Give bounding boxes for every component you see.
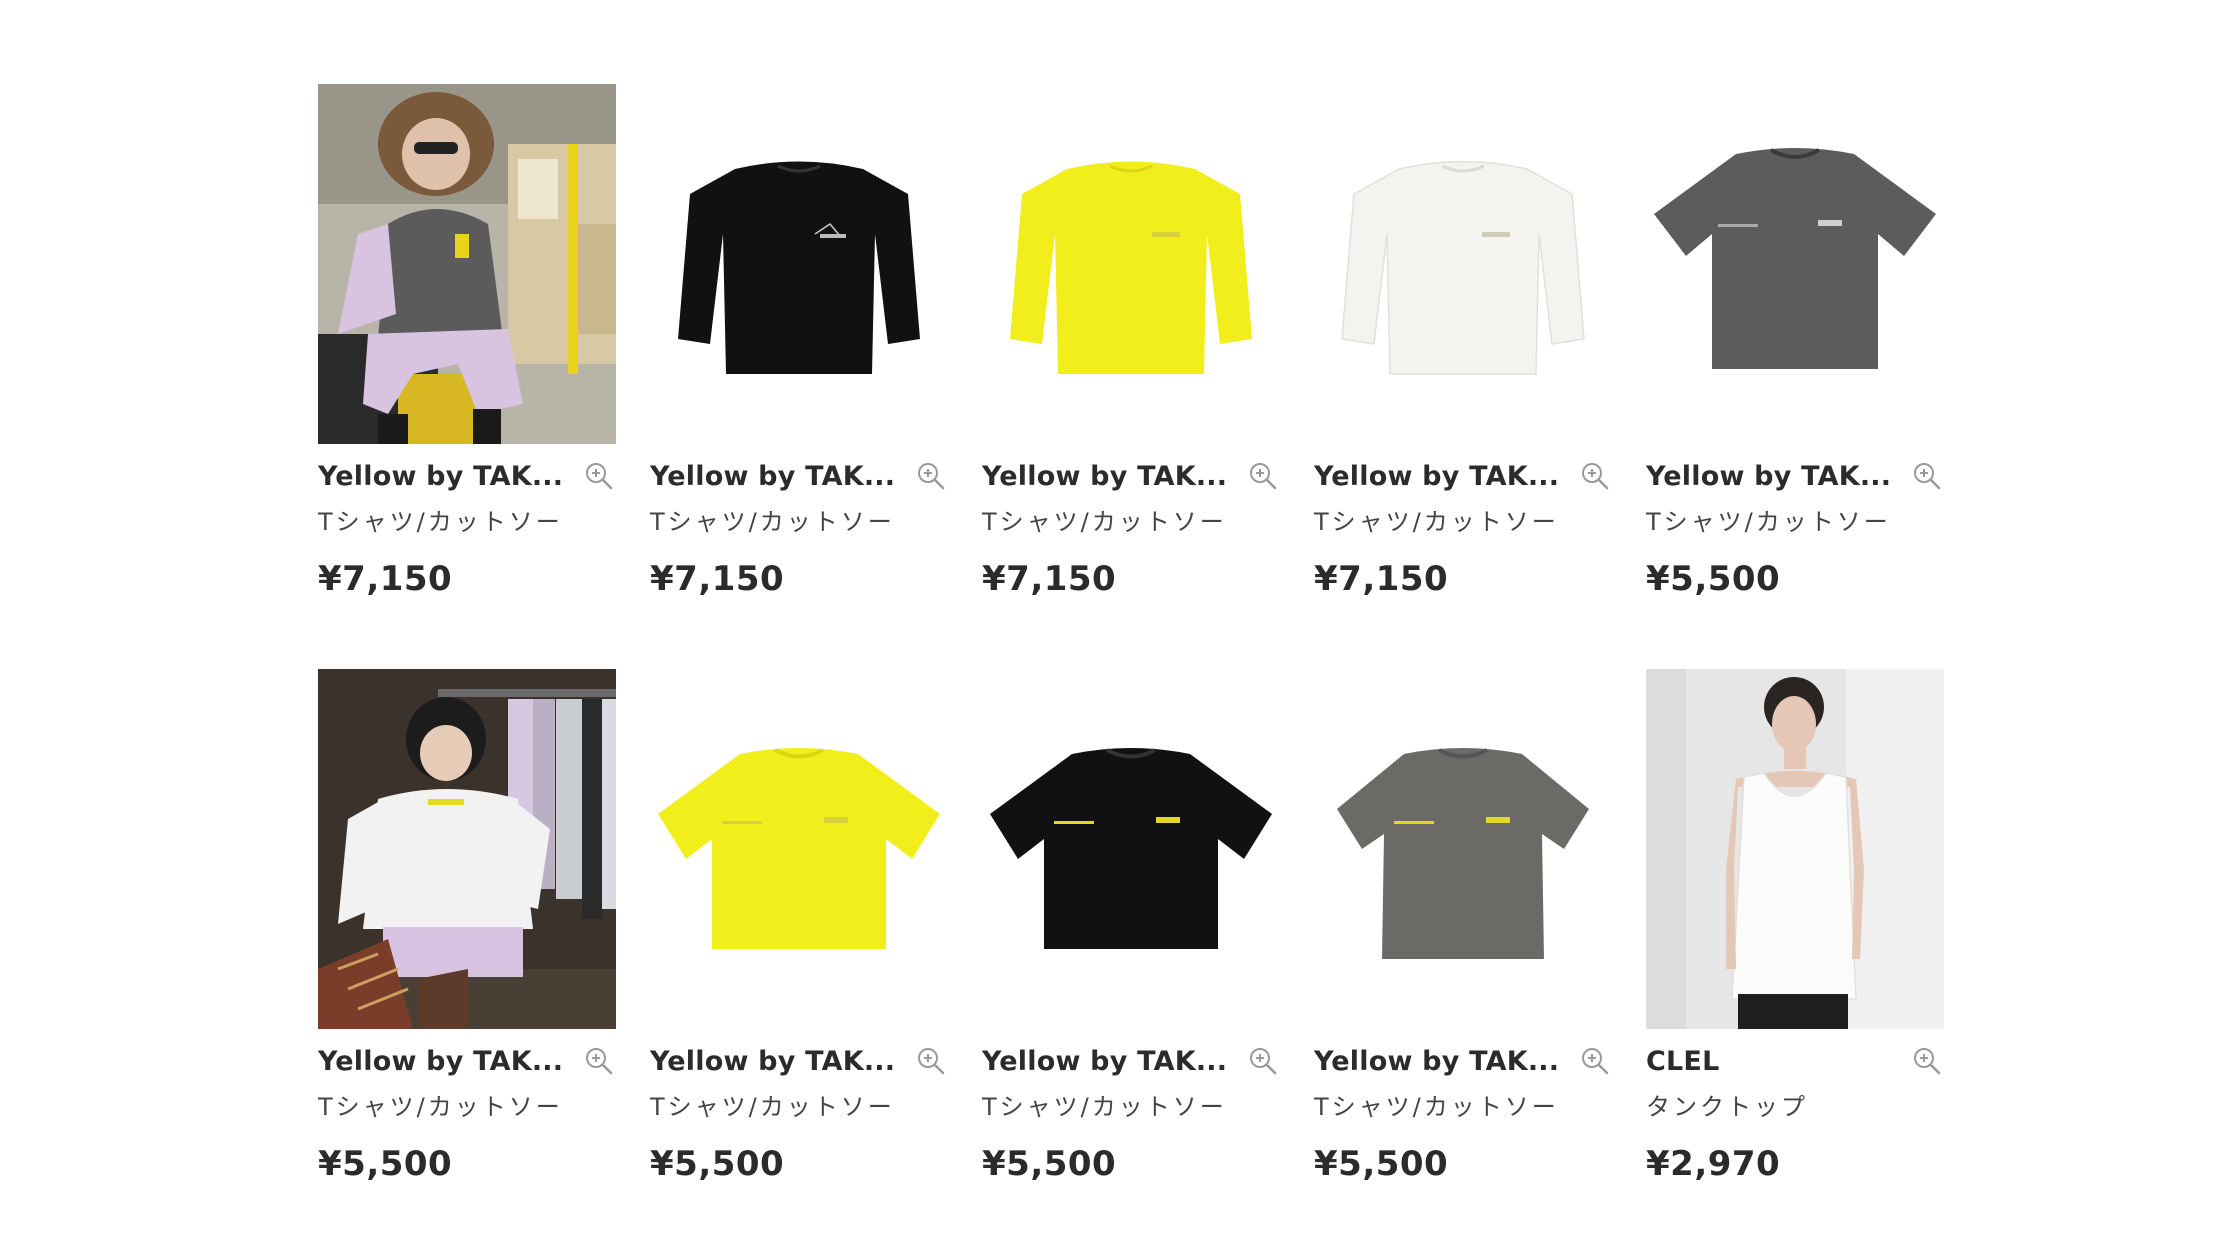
product-category: タンクトップ bbox=[1646, 1093, 1808, 1121]
product-price: ¥5,500 bbox=[318, 1144, 453, 1184]
short-sleeve-tee-image bbox=[982, 669, 1280, 1029]
zoom-in-icon[interactable] bbox=[1246, 459, 1280, 493]
product-card[interactable]: Yellow by TAK... Tシャツ/カットソー ¥7,150 bbox=[1314, 84, 1612, 615]
product-category: Tシャツ/カットソー bbox=[982, 1093, 1227, 1121]
zoom-in-icon[interactable] bbox=[1578, 459, 1612, 493]
product-brand[interactable]: Yellow by TAK... bbox=[982, 1046, 1227, 1077]
product-image[interactable] bbox=[982, 84, 1280, 444]
product-image[interactable] bbox=[318, 669, 616, 1029]
product-category: Tシャツ/カットソー bbox=[982, 508, 1227, 536]
product-price: ¥7,150 bbox=[318, 559, 453, 599]
zoom-in-icon[interactable] bbox=[582, 1044, 616, 1078]
product-price: ¥5,500 bbox=[1314, 1144, 1449, 1184]
product-image[interactable] bbox=[650, 669, 948, 1029]
long-sleeve-tee-image bbox=[650, 84, 948, 444]
product-price: ¥5,500 bbox=[1646, 559, 1781, 599]
product-brand[interactable]: Yellow by TAK... bbox=[318, 461, 563, 492]
product-card[interactable]: CLEL タンクトップ ¥2,970 bbox=[1646, 669, 1944, 1200]
short-sleeve-tee-image bbox=[1314, 669, 1612, 1029]
product-category: Tシャツ/カットソー bbox=[650, 508, 895, 536]
zoom-in-icon[interactable] bbox=[582, 459, 616, 493]
product-brand[interactable]: Yellow by TAK... bbox=[650, 461, 895, 492]
product-card[interactable]: Yellow by TAK... Tシャツ/カットソー ¥5,500 bbox=[982, 669, 1280, 1200]
zoom-in-icon[interactable] bbox=[914, 1044, 948, 1078]
product-category: Tシャツ/カットソー bbox=[318, 508, 563, 536]
model-photo-image bbox=[1646, 669, 1944, 1029]
product-image[interactable] bbox=[1646, 84, 1944, 444]
product-card[interactable]: Yellow by TAK... Tシャツ/カットソー ¥7,150 bbox=[982, 84, 1280, 615]
product-card[interactable]: Yellow by TAK... Tシャツ/カットソー ¥7,150 bbox=[318, 84, 616, 615]
product-brand[interactable]: Yellow by TAK... bbox=[1314, 1046, 1559, 1077]
product-brand[interactable]: Yellow by TAK... bbox=[650, 1046, 895, 1077]
product-brand[interactable]: Yellow by TAK... bbox=[1314, 461, 1559, 492]
product-brand[interactable]: Yellow by TAK... bbox=[1646, 461, 1891, 492]
product-grid: Yellow by TAK... Tシャツ/カットソー ¥7,150 Yello… bbox=[318, 84, 1944, 1200]
product-price: ¥7,150 bbox=[982, 559, 1117, 599]
product-category: Tシャツ/カットソー bbox=[1646, 508, 1891, 536]
product-card[interactable]: Yellow by TAK... Tシャツ/カットソー ¥5,500 bbox=[1314, 669, 1612, 1200]
long-sleeve-tee-image bbox=[982, 84, 1280, 444]
zoom-in-icon[interactable] bbox=[1246, 1044, 1280, 1078]
product-brand[interactable]: Yellow by TAK... bbox=[318, 1046, 563, 1077]
zoom-in-icon[interactable] bbox=[914, 459, 948, 493]
product-image[interactable] bbox=[318, 84, 616, 444]
product-card[interactable]: Yellow by TAK... Tシャツ/カットソー ¥5,500 bbox=[650, 669, 948, 1200]
short-sleeve-tee-image bbox=[650, 669, 948, 1029]
product-price: ¥2,970 bbox=[1646, 1144, 1781, 1184]
product-card[interactable]: Yellow by TAK... Tシャツ/カットソー ¥7,150 bbox=[650, 84, 948, 615]
product-card[interactable]: Yellow by TAK... Tシャツ/カットソー ¥5,500 bbox=[1646, 84, 1944, 615]
model-photo-image bbox=[318, 669, 616, 1029]
zoom-in-icon[interactable] bbox=[1910, 459, 1944, 493]
long-sleeve-tee-image bbox=[1314, 84, 1612, 444]
product-image[interactable] bbox=[650, 84, 948, 444]
product-image[interactable] bbox=[982, 669, 1280, 1029]
product-category: Tシャツ/カットソー bbox=[1314, 508, 1559, 536]
model-photo-image bbox=[318, 84, 616, 444]
product-price: ¥7,150 bbox=[1314, 559, 1449, 599]
zoom-in-icon[interactable] bbox=[1910, 1044, 1944, 1078]
product-category: Tシャツ/カットソー bbox=[650, 1093, 895, 1121]
product-price: ¥7,150 bbox=[650, 559, 785, 599]
product-image[interactable] bbox=[1646, 669, 1944, 1029]
product-price: ¥5,500 bbox=[650, 1144, 785, 1184]
product-image[interactable] bbox=[1314, 669, 1612, 1029]
product-card[interactable]: Yellow by TAK... Tシャツ/カットソー ¥5,500 bbox=[318, 669, 616, 1200]
product-brand[interactable]: CLEL bbox=[1646, 1046, 1719, 1077]
product-image[interactable] bbox=[1314, 84, 1612, 444]
product-brand[interactable]: Yellow by TAK... bbox=[982, 461, 1227, 492]
product-price: ¥5,500 bbox=[982, 1144, 1117, 1184]
zoom-in-icon[interactable] bbox=[1578, 1044, 1612, 1078]
short-sleeve-tee-image bbox=[1646, 84, 1944, 444]
product-category: Tシャツ/カットソー bbox=[318, 1093, 563, 1121]
product-category: Tシャツ/カットソー bbox=[1314, 1093, 1559, 1121]
